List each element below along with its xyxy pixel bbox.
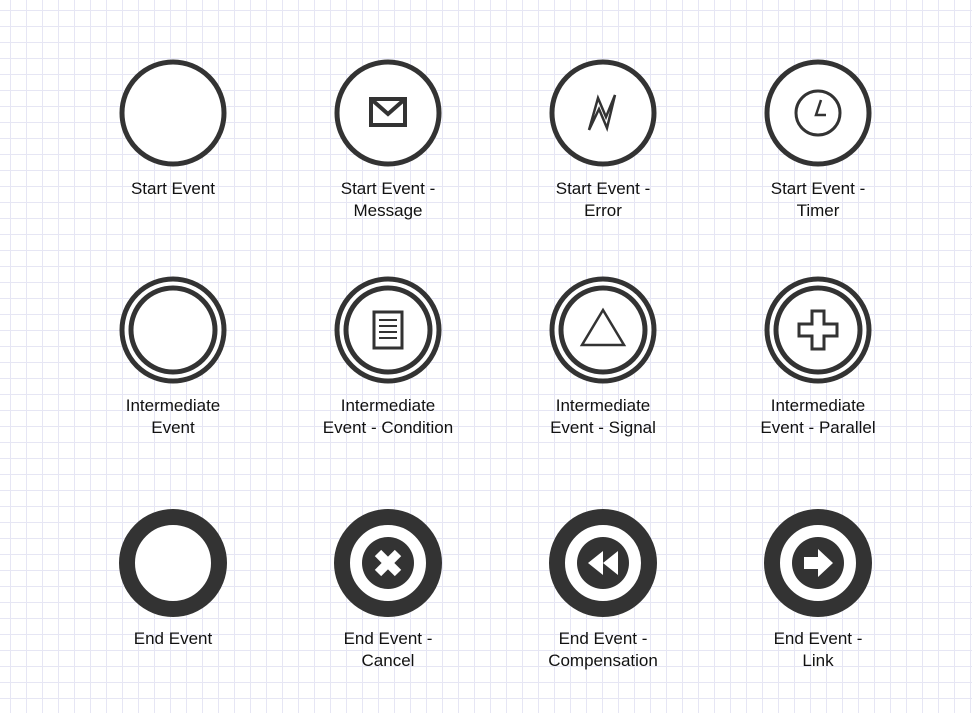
x-icon — [362, 537, 414, 589]
end-event-cancel-label: End Event - Cancel — [343, 629, 433, 670]
start-event-message-label: Start Event - Message — [340, 179, 436, 220]
intermediate-event-parallel-label: Intermediate Event - Parallel — [760, 396, 876, 437]
arrow-right-icon — [792, 537, 844, 589]
start-event-message-node[interactable]: Start Event - Message — [288, 58, 488, 222]
intermediate-event-signal-label: Intermediate Event - Signal — [550, 396, 656, 437]
end-event-compensation-circle — [549, 509, 657, 617]
end-event-circle — [119, 509, 227, 617]
end-event-link-circle — [764, 509, 872, 617]
intermediate-event-condition-circle — [334, 276, 442, 384]
start-event-error-circle — [549, 59, 657, 167]
intermediate-event-node[interactable]: Intermediate Event — [73, 275, 273, 439]
intermediate-event-condition-label: Intermediate Event - Condition — [322, 396, 454, 437]
intermediate-event-label: Intermediate Event — [125, 396, 221, 437]
end-event-link-label: End Event - Link — [773, 629, 863, 670]
start-event-timer-node[interactable]: Start Event - Timer — [718, 58, 918, 222]
end-event-cancel-node[interactable]: End Event - Cancel — [288, 508, 488, 672]
start-event-label: Start Event — [130, 179, 216, 198]
intermediate-event-signal-node[interactable]: Intermediate Event - Signal — [503, 275, 703, 439]
start-event-circle — [119, 59, 227, 167]
end-event-label: End Event — [133, 629, 213, 648]
intermediate-event-circle — [119, 276, 227, 384]
start-event-timer-label: Start Event - Timer — [770, 179, 866, 220]
rewind-icon — [577, 537, 629, 589]
end-event-compensation-label: End Event - Compensation — [548, 629, 658, 670]
end-event-cancel-circle — [334, 509, 442, 617]
start-event-error-label: Start Event - Error — [555, 179, 651, 220]
intermediate-event-signal-circle — [549, 276, 657, 384]
end-event-compensation-node[interactable]: End Event - Compensation — [503, 508, 703, 672]
start-event-node[interactable]: Start Event — [73, 58, 273, 200]
end-event-link-node[interactable]: End Event - Link — [718, 508, 918, 672]
intermediate-event-parallel-node[interactable]: Intermediate Event - Parallel — [718, 275, 918, 439]
start-event-message-circle — [334, 59, 442, 167]
end-event-node[interactable]: End Event — [73, 508, 273, 650]
diagram-canvas: Start Event Start Event - Message Start … — [0, 0, 972, 713]
intermediate-event-condition-node[interactable]: Intermediate Event - Condition — [288, 275, 488, 439]
start-event-error-node[interactable]: Start Event - Error — [503, 58, 703, 222]
intermediate-event-parallel-circle — [764, 276, 872, 384]
start-event-timer-circle — [764, 59, 872, 167]
